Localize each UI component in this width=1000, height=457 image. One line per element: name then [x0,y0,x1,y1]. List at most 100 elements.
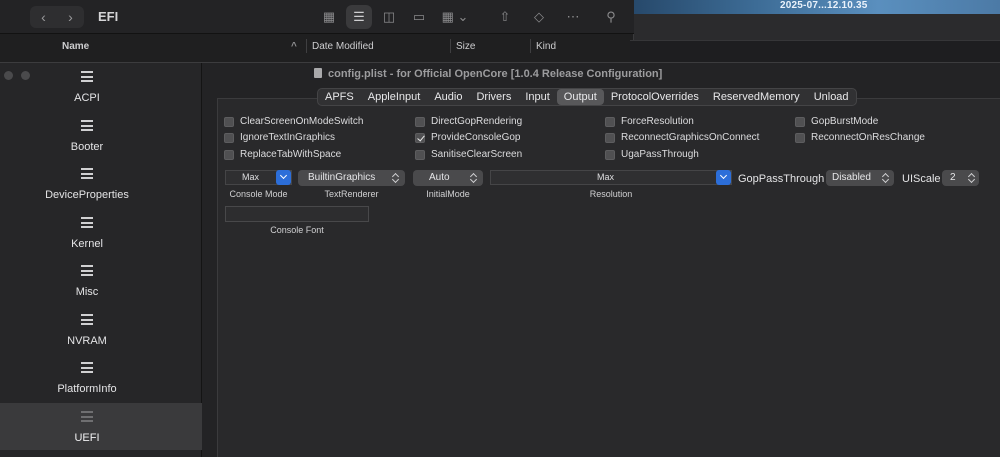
list-icon [81,71,93,82]
tag-button[interactable]: ◇ [526,5,552,29]
goppassthrough-value: Disabled [832,172,871,183]
column-date-modified[interactable]: Date Modified [312,41,374,52]
checkbox-reconnectonreschange[interactable]: ReconnectOnResChange [795,131,925,144]
tab-protocoloverrides[interactable]: ProtocolOverrides [604,89,706,105]
column-size[interactable]: Size [456,41,475,52]
checkbox-reconnectgraphicsonconnect[interactable]: ReconnectGraphicsOnConnect [605,131,759,144]
columns-icon: ◫ [382,9,396,24]
checkbox-box[interactable] [224,132,234,143]
tab-audio[interactable]: Audio [427,89,469,105]
checkbox-box[interactable] [795,116,805,127]
textrenderer-label: TextRenderer [324,189,379,199]
list-view-button[interactable]: ☰ [346,5,372,29]
checkbox-box[interactable] [605,116,615,127]
ellipsis-icon: ⋯ [566,9,580,24]
icon-view-button[interactable]: ▦ [316,5,342,29]
more-button[interactable]: ⋯ [560,5,586,29]
tab-appleinput[interactable]: AppleInput [361,89,428,105]
column-divider [530,39,531,53]
sidebar-item-label: ACPI [74,92,100,104]
checkbox-box[interactable] [795,132,805,143]
checkbox-sanitiseclearscreen[interactable]: SanitiseClearScreen [415,148,522,161]
sidebar-item-platforminfo[interactable]: PlatformInfo [0,354,202,401]
checkbox-forceresolution[interactable]: ForceResolution [605,115,694,128]
chevron-down-icon[interactable] [716,170,731,185]
checkbox-label: IgnoreTextInGraphics [240,132,336,143]
checkbox-directgoprendering[interactable]: DirectGopRendering [415,115,522,128]
column-kind[interactable]: Kind [536,41,556,52]
tab-reservedmemory[interactable]: ReservedMemory [706,89,807,105]
column-divider [450,39,451,53]
sidebar-item-booter[interactable]: Booter [0,112,202,159]
checkbox-box[interactable] [605,132,615,143]
share-button[interactable]: ⇧ [492,5,518,29]
checkbox-box[interactable] [415,116,425,127]
tab-apfs[interactable]: APFS [318,89,361,105]
checkbox-ignoretextingraphics[interactable]: IgnoreTextInGraphics [224,131,335,144]
forward-button[interactable]: › [57,6,84,28]
checkbox-box[interactable] [415,149,425,160]
console-font-label: Console Font [270,225,324,235]
sidebar-item-label: DeviceProperties [45,189,129,201]
sidebar-item-acpi[interactable]: ACPI [0,63,202,110]
tag-icon: ◇ [534,9,544,24]
resolution-combobox[interactable]: Max [490,170,732,185]
nav-buttons: ‹ › [30,6,84,28]
back-button[interactable]: ‹ [30,6,57,28]
column-name[interactable]: Name [62,41,89,52]
tab-input[interactable]: Input [518,89,556,105]
chevron-down-icon[interactable] [276,170,291,185]
list-icon [81,314,93,325]
group-button[interactable]: ▦ ⌄ [436,5,474,29]
checkbox-box[interactable] [224,116,234,127]
tab-unload[interactable]: Unload [807,89,856,105]
window-title: config.plist - for Official OpenCore [1.… [314,68,662,80]
checkbox-replacetabwithspace[interactable]: ReplaceTabWithSpace [224,148,341,161]
list-icon [81,265,93,276]
checkbox-label: GopBurstMode [811,116,879,127]
finder-title: EFI [98,9,119,24]
sidebar-item-uefi[interactable]: UEFI [0,403,202,450]
updown-chevron-icon [392,173,399,183]
checkbox-box-checked[interactable] [415,132,425,143]
uefi-tab-bar: APFS AppleInput Audio Drivers Input Outp… [317,88,857,106]
sidebar-item-nvram[interactable]: NVRAM [0,306,202,353]
checkbox-ugapassthrough[interactable]: UgaPassThrough [605,148,699,161]
initialmode-popup[interactable]: Auto [413,170,483,186]
resolution-value: Max [597,172,615,182]
goppassthrough-popup[interactable]: Disabled [826,170,894,186]
sidebar-item-misc[interactable]: Misc [0,257,202,304]
checkbox-label: ProvideConsoleGop [431,132,521,143]
gallery-view-button[interactable]: ▭ [406,5,432,29]
checkbox-provideconsolegop[interactable]: ProvideConsoleGop [415,131,521,144]
checkbox-gopburstmode[interactable]: GopBurstMode [795,115,878,128]
textrenderer-popup[interactable]: BuiltinGraphics [298,170,405,186]
sidebar-item-kernel[interactable]: Kernel [0,209,202,256]
sidebar-item-label: Booter [70,141,104,153]
console-mode-value: Max [242,172,260,182]
uiscale-popup[interactable]: 2 [942,170,979,186]
background-window-edge [630,40,1000,62]
column-view-button[interactable]: ◫ [376,5,402,29]
sidebar: ACPI Booter DeviceProperties Kernel Misc… [0,63,202,457]
sidebar-item-label: UEFI [74,432,100,444]
checkbox-clearscreenonmodeswitch[interactable]: ClearScreenOnModeSwitch [224,115,363,128]
console-mode-combobox[interactable]: Max [225,170,292,185]
document-icon [314,68,322,78]
finder-toolbar: ‹ › EFI ▦ ☰ ◫ ▭ ▦ ⌄ ⇧ ◇ ⋯ ⚲ [0,0,634,34]
search-icon: ⚲ [606,9,616,24]
updown-chevron-icon [882,173,889,183]
checkbox-box[interactable] [224,149,234,160]
tab-drivers[interactable]: Drivers [469,89,518,105]
console-font-input[interactable] [225,206,369,222]
tab-output[interactable]: Output [556,89,604,105]
sidebar-item-deviceproperties[interactable]: DeviceProperties [0,160,202,207]
grid-icon: ▦ [322,9,336,24]
view-mode-buttons: ▦ ☰ ◫ ▭ ▦ ⌄ [316,5,474,29]
search-button[interactable]: ⚲ [598,5,624,29]
checkbox-box[interactable] [605,149,615,160]
checkbox-label: DirectGopRendering [431,116,523,127]
checkbox-label: ReconnectOnResChange [811,132,925,143]
initialmode-label: InitialMode [426,189,470,199]
checkbox-label: ReconnectGraphicsOnConnect [621,132,760,143]
